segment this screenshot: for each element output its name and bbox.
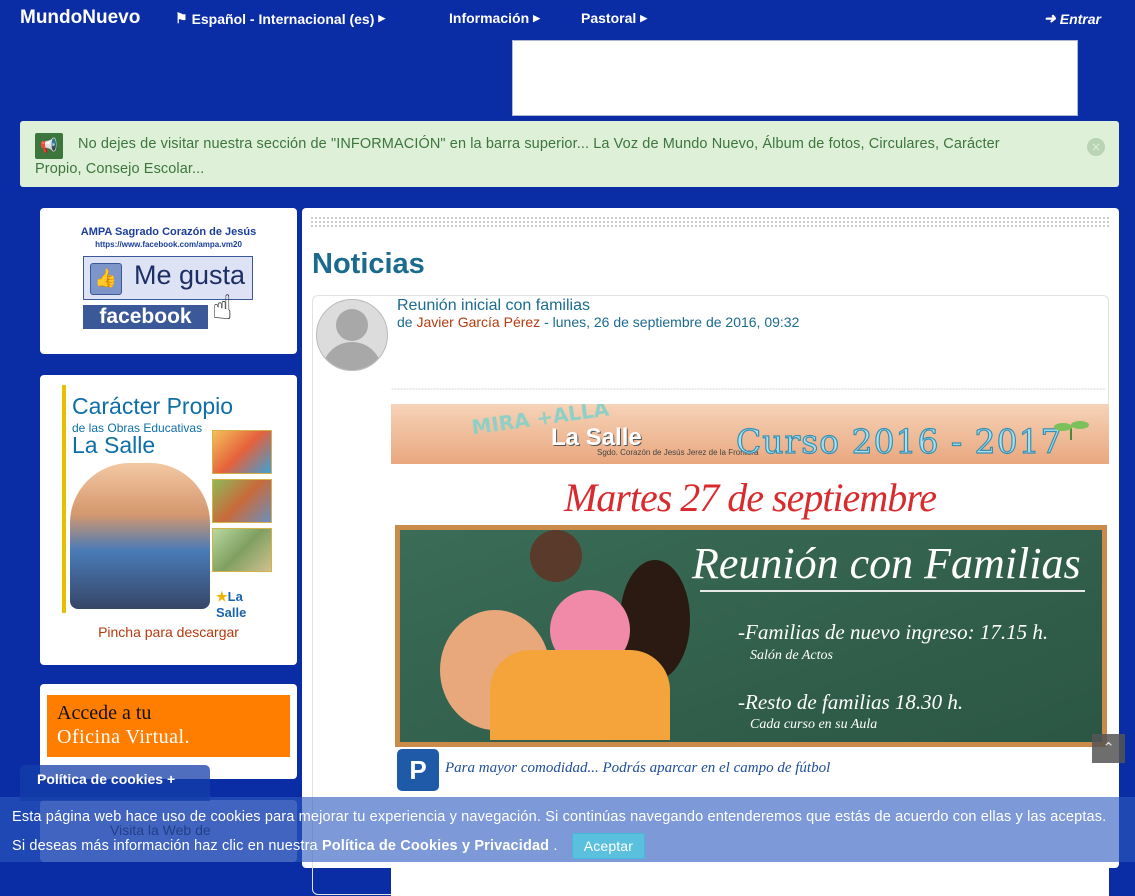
language-label: Español - Internacional (es)	[191, 10, 375, 27]
megaphone-icon: 📢	[35, 133, 63, 159]
cover-photo-3	[212, 528, 272, 572]
menu-informacion-label: Información	[449, 10, 530, 26]
poster-brand-sub: Sgdo. Corazón de Jesús Jerez de la Front…	[597, 448, 759, 457]
sprout-icon	[1054, 421, 1089, 440]
poster-curso: Curso 2016 - 2017	[735, 421, 1063, 461]
cover-title: Carácter Propio	[72, 393, 234, 419]
download-link[interactable]: Pincha para descargar	[40, 624, 297, 640]
avatar-head	[336, 309, 368, 341]
top-navbar: MundoNuevo ⚑ Español - Internacional (es…	[0, 0, 1135, 38]
caracter-propio-cover[interactable]: Carácter Propio de las Obras Educativas …	[62, 385, 274, 620]
post-subject: Reunión inicial con familias	[397, 297, 590, 314]
cover-photo-2	[212, 479, 272, 523]
like-label: Me gusta	[134, 260, 246, 290]
post-author-link[interactable]: Javier García Pérez	[416, 314, 540, 330]
author-avatar[interactable]	[316, 299, 388, 371]
facebook-logo[interactable]: facebook	[83, 305, 208, 329]
chevron-up-icon: ⌃	[1102, 739, 1115, 757]
brand-logo[interactable]: MundoNuevo	[20, 7, 140, 29]
post-date: - lunes, 26 de septiembre de 2016, 09:32	[544, 314, 800, 330]
news-panel: Noticias Reunión inicial con familias de…	[302, 208, 1119, 896]
scroll-to-top-button[interactable]: ⌃	[1092, 734, 1125, 763]
thumbs-up-icon: 👍	[90, 263, 122, 295]
cover-photo-1	[212, 430, 272, 474]
language-menu[interactable]: ⚑ Español - Internacional (es) ▶	[175, 10, 385, 27]
board-line1: -Familias de nuevo ingreso: 17.15 h.	[738, 620, 1049, 644]
oficina-line1: Accede a tu	[57, 702, 152, 724]
ampa-title: AMPA Sagrado Corazón de Jesús	[80, 226, 257, 238]
page-title: Noticias	[312, 248, 425, 280]
students-photo	[70, 463, 210, 609]
facebook-block: AMPA Sagrado Corazón de Jesús https://ww…	[40, 208, 297, 354]
poster-header: MIRA +ALLÁ La Salle Sgdo. Corazón de Jes…	[391, 404, 1109, 464]
post-by: de	[397, 314, 413, 330]
board-title: Reunión con Familias	[692, 539, 1081, 588]
alert-text: No dejes de visitar nuestra sección de "…	[35, 136, 1000, 177]
family-bodies	[490, 650, 670, 740]
poster-date: Martes 27 de septiembre	[563, 475, 937, 520]
oficina-line2: Oficina Virtual.	[57, 726, 191, 748]
board-line1-sub: Salón de Actos	[750, 648, 833, 663]
caret-right-icon: ▶	[378, 13, 386, 23]
info-alert: No dejes de visitar nuestra sección de "…	[20, 121, 1119, 187]
cookie-policy-tab[interactable]: Política de cookies +	[20, 765, 210, 801]
cover-brand: La Salle	[72, 432, 156, 458]
pointer-hand-icon: ☝	[212, 288, 233, 328]
drag-handle[interactable]	[310, 216, 1111, 228]
chalkboard: Reunión con Familias -Familias de nuevo …	[395, 525, 1107, 747]
header-banner	[512, 40, 1078, 116]
ampa-facebook-url[interactable]: https://www.facebook.com/ampa.vm20	[40, 240, 297, 249]
menu-informacion[interactable]: Información ▶	[449, 10, 540, 26]
oficina-virtual-banner[interactable]: Accede a tu Oficina Virtual.	[47, 695, 290, 757]
family-child-figure	[530, 530, 582, 582]
avatar-body	[322, 342, 382, 370]
caret-right-icon: ▶	[533, 12, 541, 23]
post-divider	[391, 388, 1106, 390]
la-salle-logo: ★La Salle	[216, 589, 247, 620]
login-link[interactable]: ➜ Entrar	[1044, 10, 1101, 27]
accept-cookies-button[interactable]: Aceptar	[571, 833, 646, 860]
cookie-message: Esta página web hace uso de cookies para…	[12, 803, 1122, 861]
board-line2-sub: Cada curso en su Aula	[750, 717, 878, 732]
caret-right-icon: ▶	[640, 12, 648, 23]
board-rule	[700, 590, 1085, 592]
board-line2: -Resto de familias 18.30 h.	[738, 690, 964, 714]
parking-icon: P	[397, 749, 439, 791]
menu-pastoral-label: Pastoral	[581, 10, 637, 26]
menu-pastoral[interactable]: Pastoral ▶	[581, 10, 647, 26]
cookie-policy-link[interactable]: Política de Cookies y Privacidad	[322, 838, 549, 854]
cookie-text-part2: .	[553, 838, 558, 854]
flag-icon: ⚑	[175, 10, 188, 26]
alert-close-button[interactable]: ×	[1087, 138, 1105, 156]
post-meta: de Javier García Pérez - lunes, 26 de se…	[397, 314, 799, 330]
parking-text: Para mayor comodidad... Podrás aparcar e…	[445, 760, 831, 776]
caracter-propio-block: Carácter Propio de las Obras Educativas …	[40, 375, 297, 665]
sign-in-icon: ➜	[1044, 10, 1056, 26]
login-label: Entrar	[1059, 10, 1101, 27]
cookie-text-part1: Esta página web hace uso de cookies para…	[12, 809, 1107, 854]
